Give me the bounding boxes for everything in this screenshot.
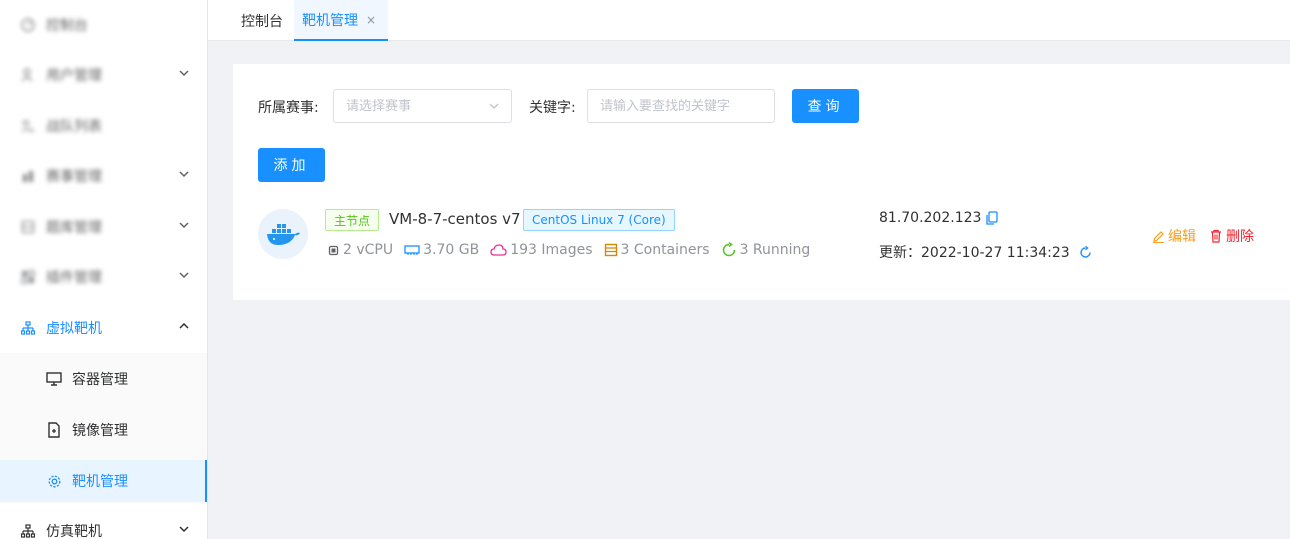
chevron-down-icon bbox=[179, 526, 189, 533]
add-button[interactable]: 添加 bbox=[258, 148, 325, 182]
images-stat: 193 Images bbox=[490, 242, 593, 258]
cpu-value: 2 vCPU bbox=[343, 242, 394, 258]
os-badge: CentOS Linux 7 (Core) bbox=[523, 209, 675, 231]
plugin-icon bbox=[20, 269, 36, 285]
search-button[interactable]: 查询 bbox=[792, 89, 859, 123]
close-icon[interactable]: × bbox=[366, 13, 376, 27]
sidebar-item-label: 控制台 bbox=[46, 18, 88, 34]
sidebar-item-label: 虚拟靶机 bbox=[46, 321, 102, 337]
tab-bar: 控制台 靶机管理 × bbox=[208, 0, 1290, 41]
sidebar-item-simulation-targets[interactable]: 仿真靶机 bbox=[0, 506, 207, 539]
network-icon bbox=[20, 523, 36, 539]
sidebar-item-containers[interactable]: 容器管理 bbox=[0, 358, 207, 400]
sidebar-item-label: 插件管理 bbox=[46, 270, 102, 286]
copy-icon[interactable] bbox=[986, 211, 999, 225]
sidebar-item-users[interactable]: 用户管理 bbox=[0, 50, 207, 100]
trophy-icon bbox=[20, 168, 36, 184]
refresh-icon[interactable] bbox=[1079, 245, 1092, 259]
running-value: 3 Running bbox=[739, 242, 811, 258]
sidebar-item-label: 战队列表 bbox=[46, 119, 102, 135]
delete-button[interactable]: 删除 bbox=[1210, 226, 1254, 246]
docker-avatar bbox=[258, 209, 308, 259]
chevron-down-icon bbox=[179, 272, 189, 279]
sidebar-item-label: 镜像管理 bbox=[72, 423, 128, 439]
edit-icon bbox=[1153, 230, 1164, 243]
cloud-icon bbox=[490, 244, 507, 256]
keyword-label: 关键字: bbox=[529, 100, 576, 116]
memory-value: 3.70 GB bbox=[423, 242, 480, 258]
monitor-icon bbox=[46, 371, 62, 387]
gear-icon bbox=[46, 473, 62, 489]
containers-stat: 3 Containers bbox=[604, 242, 710, 258]
chevron-up-icon bbox=[179, 322, 189, 329]
container-icon bbox=[604, 243, 617, 257]
images-value: 193 Images bbox=[510, 242, 593, 258]
tab-dashboard[interactable]: 控制台 bbox=[241, 0, 283, 41]
sidebar-item-teams[interactable]: 战队列表 bbox=[0, 101, 207, 151]
sidebar-item-dashboard[interactable]: 控制台 bbox=[0, 0, 207, 50]
chevron-down-icon bbox=[179, 222, 189, 229]
sidebar-item-target-management[interactable]: 靶机管理 bbox=[0, 460, 207, 502]
database-icon bbox=[20, 219, 36, 235]
sidebar-item-label: 赛事管理 bbox=[46, 169, 102, 185]
keyword-input[interactable] bbox=[600, 98, 774, 114]
host-stats: 2 vCPU 3.70 GB 193 Images 3 Containers 3… bbox=[327, 240, 821, 260]
team-icon bbox=[20, 118, 36, 134]
sidebar: 控制台 用户管理 战队列表 赛事管理 题库管理 插件管理 虚拟靶机 容器管理 镜… bbox=[0, 0, 208, 539]
ip-value: 81.70.202.123 bbox=[879, 210, 982, 226]
sidebar-item-label: 容器管理 bbox=[72, 372, 128, 388]
tab-label: 靶机管理 bbox=[302, 12, 358, 29]
containers-value: 3 Containers bbox=[620, 242, 710, 258]
host-name: VM-8-7-centos v7 bbox=[389, 210, 521, 228]
competition-select[interactable] bbox=[333, 89, 512, 123]
edit-button[interactable]: 编辑 bbox=[1152, 226, 1196, 246]
running-stat: 3 Running bbox=[721, 242, 811, 258]
keyword-field[interactable] bbox=[587, 89, 775, 123]
file-icon bbox=[46, 422, 62, 438]
chevron-down-icon bbox=[489, 103, 499, 109]
chevron-down-icon bbox=[179, 70, 189, 77]
sidebar-item-label: 题库管理 bbox=[46, 220, 102, 236]
sidebar-item-competitions[interactable]: 赛事管理 bbox=[0, 151, 207, 201]
edit-label: 编辑 bbox=[1168, 229, 1196, 245]
memory-stat: 3.70 GB bbox=[404, 242, 479, 258]
cpu-icon bbox=[328, 245, 339, 255]
tab-label: 控制台 bbox=[241, 13, 283, 30]
competition-label: 所属赛事: bbox=[258, 100, 319, 116]
running-icon bbox=[722, 242, 735, 257]
sidebar-item-label: 仿真靶机 bbox=[46, 524, 102, 539]
sidebar-item-question-bank[interactable]: 题库管理 bbox=[0, 202, 207, 252]
sidebar-item-label: 用户管理 bbox=[46, 68, 102, 84]
sidebar-item-plugins[interactable]: 插件管理 bbox=[0, 252, 207, 302]
sidebar-item-images[interactable]: 镜像管理 bbox=[0, 409, 207, 451]
cpu-stat: 2 vCPU bbox=[327, 242, 393, 258]
host-ip: 81.70.202.123 bbox=[879, 210, 999, 226]
role-badge: 主节点 bbox=[325, 209, 380, 231]
trash-icon bbox=[1211, 229, 1221, 243]
sidebar-item-label: 靶机管理 bbox=[72, 474, 128, 490]
chevron-down-icon bbox=[179, 171, 189, 178]
docker-icon bbox=[267, 224, 300, 245]
updated-value: 更新：2022-10-27 11:34:23 bbox=[879, 245, 1070, 261]
dashboard-icon bbox=[20, 17, 36, 33]
host-updated: 更新：2022-10-27 11:34:23 bbox=[879, 242, 1092, 262]
memory-icon bbox=[404, 245, 420, 255]
user-icon bbox=[20, 67, 36, 83]
tab-target-management[interactable]: 靶机管理 × bbox=[294, 0, 389, 41]
delete-label: 删除 bbox=[1226, 229, 1254, 245]
sidebar-item-virtual-targets[interactable]: 虚拟靶机 bbox=[0, 303, 207, 353]
competition-select-input[interactable] bbox=[346, 98, 511, 114]
network-icon bbox=[20, 320, 36, 336]
